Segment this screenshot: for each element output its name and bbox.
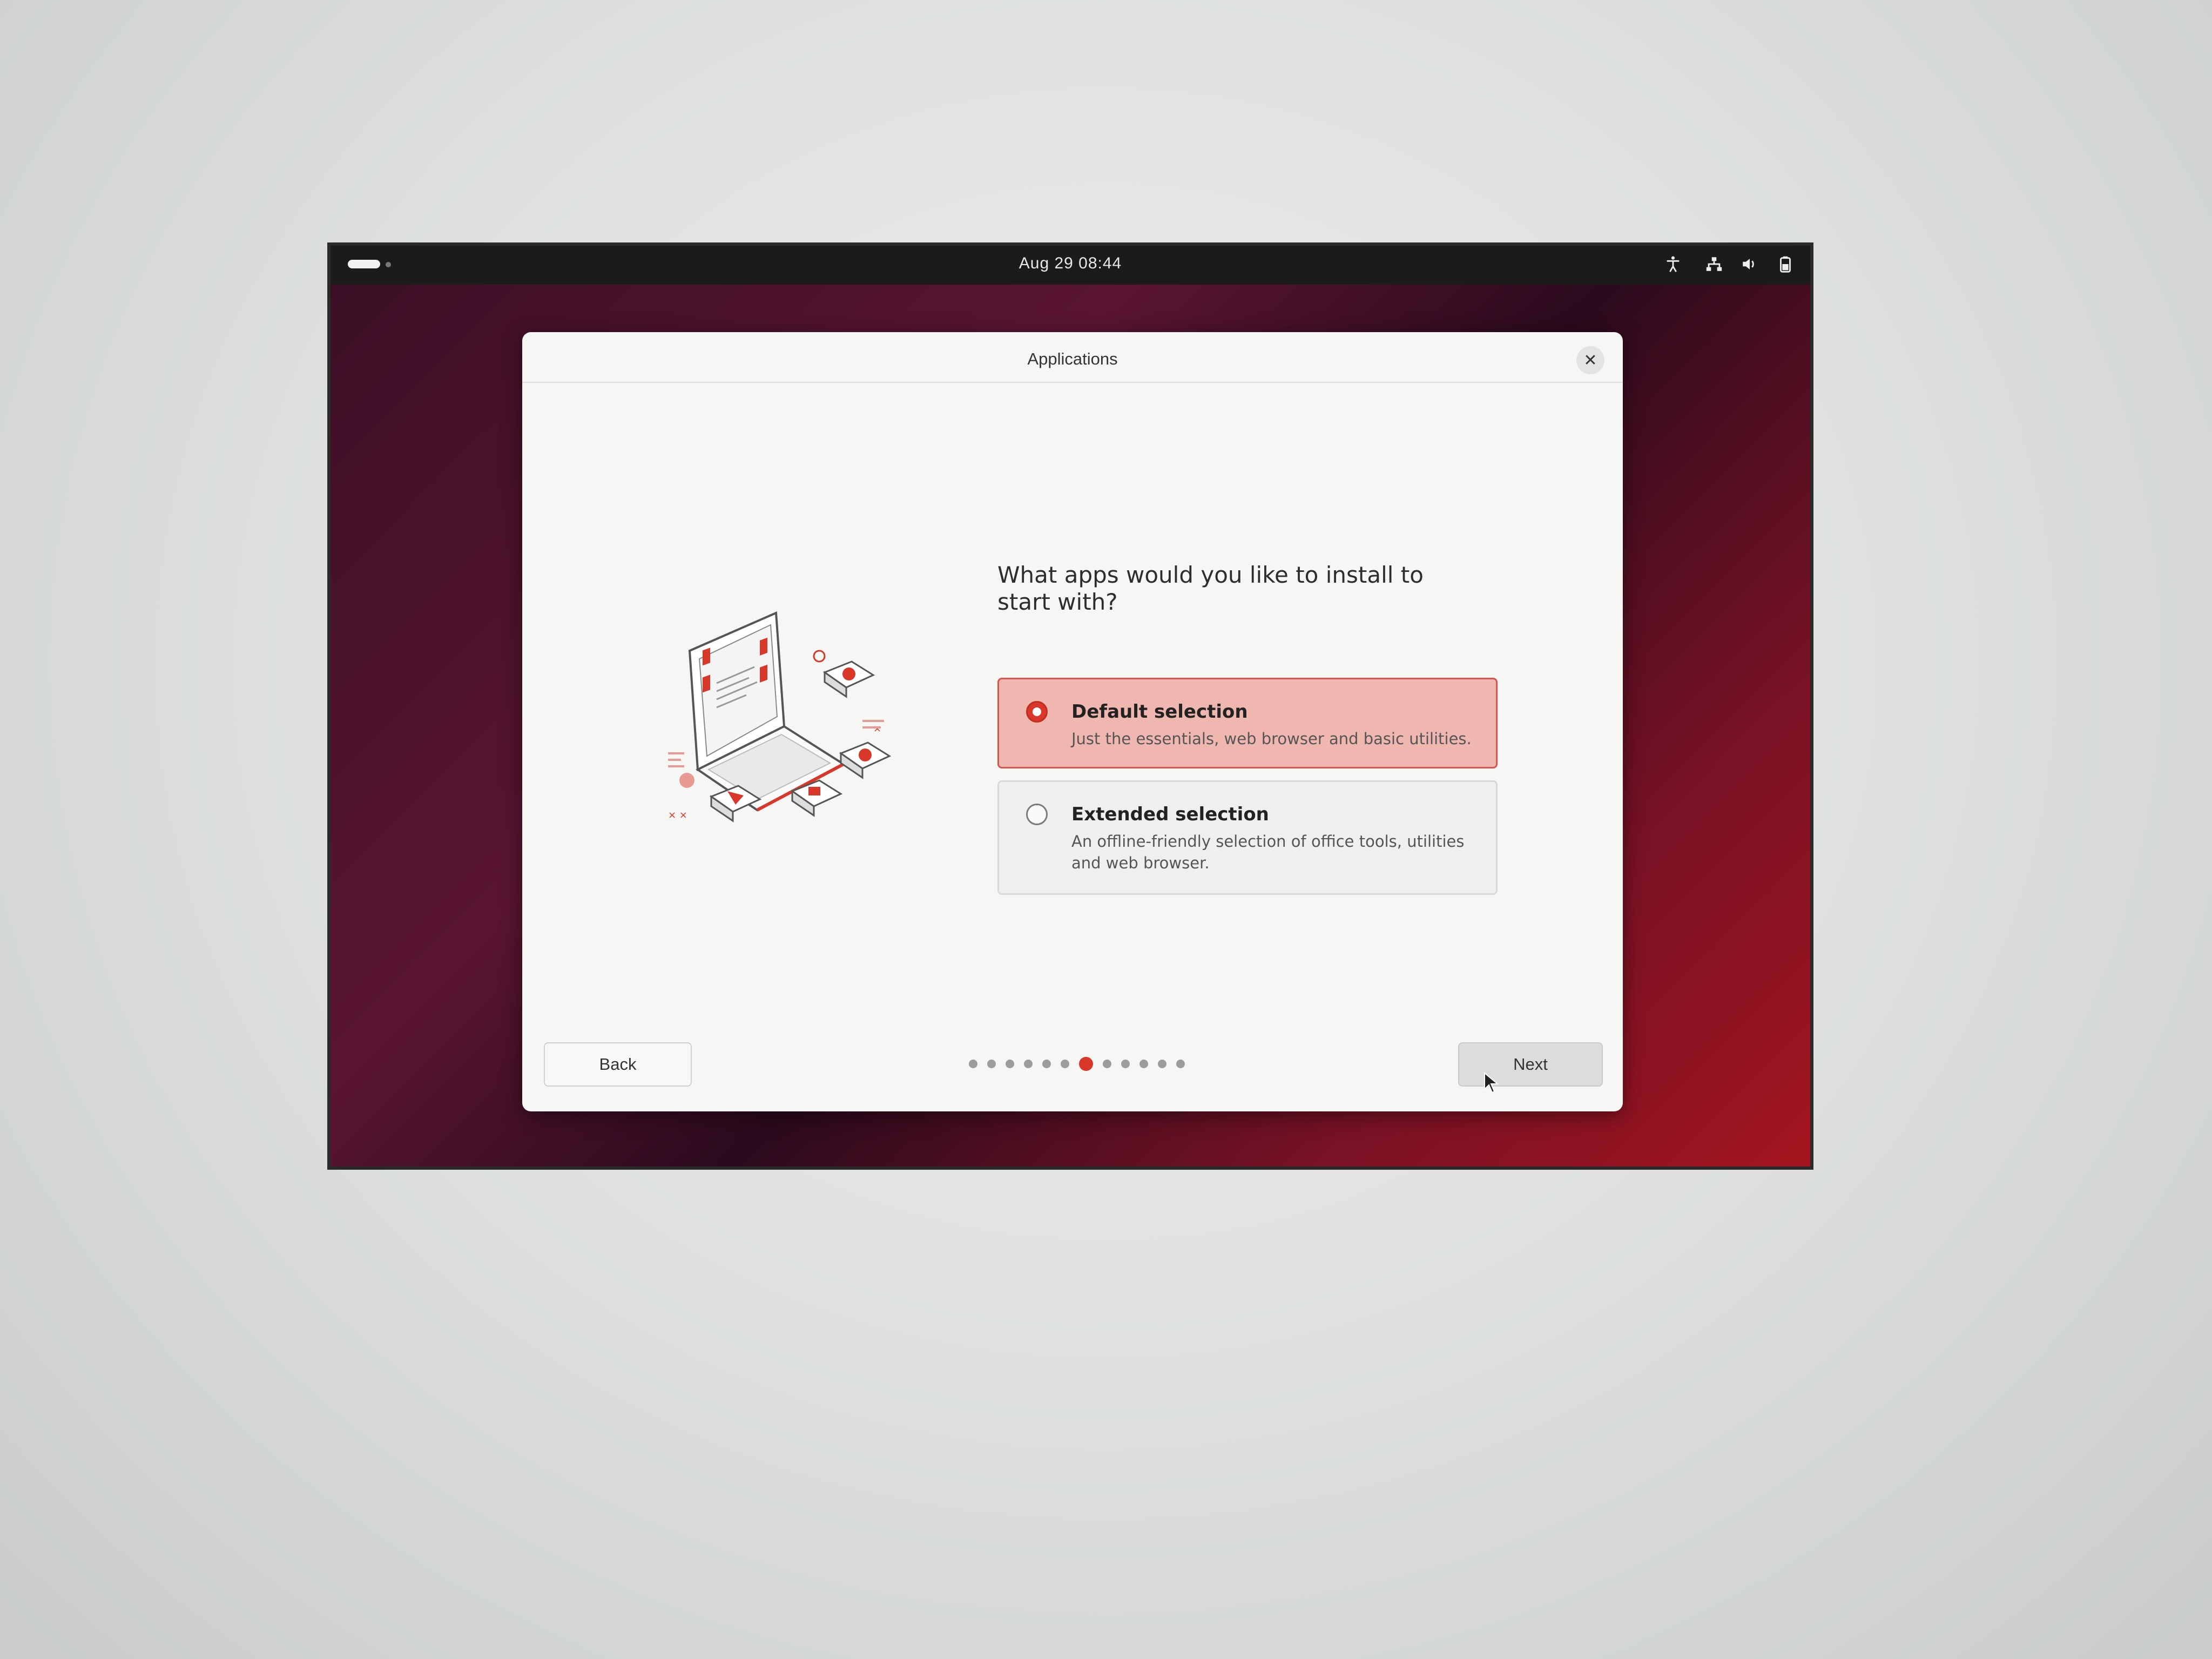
- close-icon: ✕: [1583, 351, 1597, 369]
- option-title: Default selection: [1071, 701, 1248, 723]
- option-description: Just the essentials, web browser and bas…: [1071, 730, 1472, 748]
- system-tray[interactable]: [1663, 253, 1795, 275]
- mouse-cursor-icon: [1484, 1072, 1499, 1094]
- progress-dot: [987, 1060, 996, 1068]
- option-title: Extended selection: [1071, 804, 1269, 825]
- dialog-header: Applications ✕: [522, 332, 1623, 383]
- battery-icon[interactable]: [1776, 253, 1795, 275]
- progress-dot: [1024, 1060, 1033, 1068]
- clock[interactable]: Aug 29 08:44: [331, 254, 1810, 273]
- dialog-title: Applications: [1027, 349, 1118, 368]
- progress-dot: [1042, 1060, 1051, 1068]
- option-description: An offline-friendly selection of office …: [1071, 832, 1465, 872]
- extended-selection-radio[interactable]: [1026, 804, 1048, 825]
- progress-dot: [1139, 1060, 1148, 1068]
- progress-dot: [1121, 1060, 1130, 1068]
- progress-dot-current: [1079, 1057, 1093, 1071]
- progress-dot: [1061, 1060, 1069, 1068]
- volume-icon[interactable]: [1740, 253, 1759, 275]
- close-button[interactable]: ✕: [1576, 346, 1604, 374]
- progress-dot: [1176, 1060, 1185, 1068]
- back-button[interactable]: Back: [544, 1042, 692, 1087]
- svg-text:× ×: × ×: [668, 810, 687, 821]
- network-icon[interactable]: [1704, 253, 1724, 275]
- applications-dialog: Applications ✕ × × × What apps would you…: [522, 332, 1623, 1111]
- svg-text:×: ×: [873, 723, 881, 734]
- default-selection-radio[interactable]: [1026, 701, 1048, 723]
- progress-dot: [1103, 1060, 1111, 1068]
- desktop-screen: Aug 29 08:44 Applications ✕ × × × What a…: [331, 246, 1810, 1166]
- top-bar: Aug 29 08:44: [331, 246, 1810, 285]
- progress-dots: [969, 1057, 1185, 1071]
- extended-selection-option[interactable]: Extended selection An offline-friendly s…: [997, 780, 1498, 895]
- progress-dot: [969, 1060, 977, 1068]
- default-selection-option[interactable]: Default selection Just the essentials, w…: [997, 678, 1498, 768]
- laptop-apps-illustration: × × ×: [668, 611, 892, 822]
- question-heading: What apps would you like to install to s…: [997, 562, 1424, 615]
- progress-dot: [1158, 1060, 1166, 1068]
- progress-dot: [1006, 1060, 1014, 1068]
- accessibility-icon[interactable]: [1663, 253, 1683, 275]
- next-button[interactable]: Next: [1458, 1042, 1603, 1087]
